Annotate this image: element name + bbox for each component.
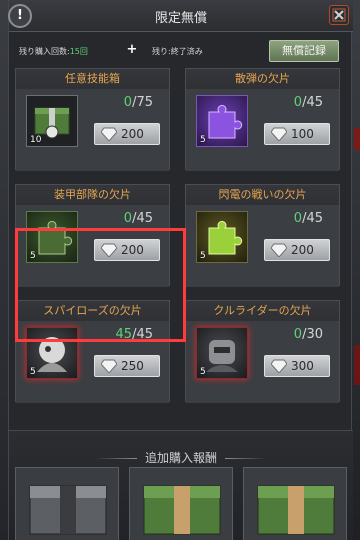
diamond-icon xyxy=(271,127,287,141)
reward-item[interactable] xyxy=(15,467,119,540)
buy-button[interactable]: 250 xyxy=(94,355,160,377)
item-slot[interactable]: 5 xyxy=(26,327,78,379)
price-label: 200 xyxy=(291,243,314,257)
reward-item[interactable] xyxy=(129,467,233,540)
item-quantity: 5 xyxy=(200,135,206,145)
item-body: 5 0/30 300 xyxy=(186,321,339,403)
diamond-icon xyxy=(271,243,287,257)
item-card: クルライダーの欠片 5 0/30 300 xyxy=(185,300,340,403)
item-quantity: 5 xyxy=(200,367,206,377)
close-button[interactable] xyxy=(329,5,349,25)
price-label: 200 xyxy=(121,243,144,257)
diamond-icon xyxy=(101,359,117,373)
item-title: クルライダーの欠片 xyxy=(186,301,339,321)
diamond-icon xyxy=(101,127,117,141)
buy-button[interactable]: 100 xyxy=(264,123,330,145)
buy-button[interactable]: 300 xyxy=(264,355,330,377)
plus-icon[interactable]: + xyxy=(125,43,139,57)
limited-free-panel: 限定無償 残り購入回数:15回 + 残り:終了済み 無償記録 任意技能箱 10 … xyxy=(8,0,353,540)
reward-item[interactable] xyxy=(243,467,347,540)
item-quantity: 10 xyxy=(30,135,42,145)
item-card: 任意技能箱 10 0/75 200 xyxy=(15,68,170,171)
price-label: 250 xyxy=(121,359,144,373)
item-title: 閃電の戦いの欠片 xyxy=(186,185,339,205)
item-slot[interactable]: 5 xyxy=(196,95,248,147)
title-bar: 限定無償 xyxy=(9,0,353,32)
background-red-accent xyxy=(354,128,360,150)
item-progress: 0/45 xyxy=(293,95,323,110)
gray-chest-icon xyxy=(29,485,107,535)
background-left-edge xyxy=(0,0,8,540)
item-body: 5 0/45 200 xyxy=(186,205,339,287)
remaining-purchases-label: 残り購入回数:15回 xyxy=(19,47,88,56)
close-icon xyxy=(332,8,346,22)
item-body: 10 0/75 200 xyxy=(16,89,169,171)
item-body: 5 45/45 250 xyxy=(16,321,169,403)
item-title: スパイローズの欠片 xyxy=(16,301,169,321)
panel-title: 限定無償 xyxy=(154,11,207,26)
diamond-icon xyxy=(271,359,287,373)
item-body: 5 0/45 100 xyxy=(186,89,339,171)
green-chest-icon xyxy=(257,485,335,535)
remaining-time-label: 残り:終了済み xyxy=(152,47,203,56)
extra-rewards-section: 追加購入報酬 xyxy=(9,430,353,540)
item-card: 散弾の欠片 5 0/45 100 xyxy=(185,68,340,171)
info-button[interactable]: ! xyxy=(8,4,32,28)
item-body: 5 0/45 200 xyxy=(16,205,169,287)
item-quantity: 5 xyxy=(200,251,206,261)
item-title: 散弾の欠片 xyxy=(186,69,339,89)
buy-button[interactable]: 200 xyxy=(94,123,160,145)
diamond-icon xyxy=(101,243,117,257)
item-title: 任意技能箱 xyxy=(16,69,169,89)
item-slot[interactable]: 5 xyxy=(196,327,248,379)
item-card: 装甲部隊の欠片 5 0/45 200 xyxy=(15,184,170,287)
price-label: 300 xyxy=(291,359,314,373)
item-card: 閃電の戦いの欠片 5 0/45 200 xyxy=(185,184,340,287)
extra-rewards-title: 追加購入報酬 xyxy=(9,449,353,466)
item-progress: 45/45 xyxy=(115,327,153,342)
free-record-button[interactable]: 無償記録 xyxy=(269,40,339,62)
item-slot[interactable]: 5 xyxy=(26,211,78,263)
item-progress: 0/75 xyxy=(123,95,153,110)
price-label: 100 xyxy=(291,127,314,141)
item-card: スパイローズの欠片 5 45/45 250 xyxy=(15,300,170,403)
item-title: 装甲部隊の欠片 xyxy=(16,185,169,205)
item-progress: 0/45 xyxy=(293,211,323,226)
price-label: 200 xyxy=(121,127,144,141)
remaining-purchases-value: 15回 xyxy=(69,47,88,56)
item-slot[interactable]: 5 xyxy=(196,211,248,263)
background-red-accent xyxy=(354,345,360,385)
buy-button[interactable]: 200 xyxy=(94,239,160,261)
green-chest-icon xyxy=(143,485,221,535)
buy-button[interactable]: 200 xyxy=(264,239,330,261)
item-progress: 0/45 xyxy=(123,211,153,226)
item-quantity: 5 xyxy=(30,367,36,377)
item-slot[interactable]: 10 xyxy=(26,95,78,147)
item-progress: 0/30 xyxy=(293,327,323,342)
item-quantity: 5 xyxy=(30,251,36,261)
info-row: 残り購入回数:15回 + 残り:終了済み 無償記録 xyxy=(9,38,353,64)
